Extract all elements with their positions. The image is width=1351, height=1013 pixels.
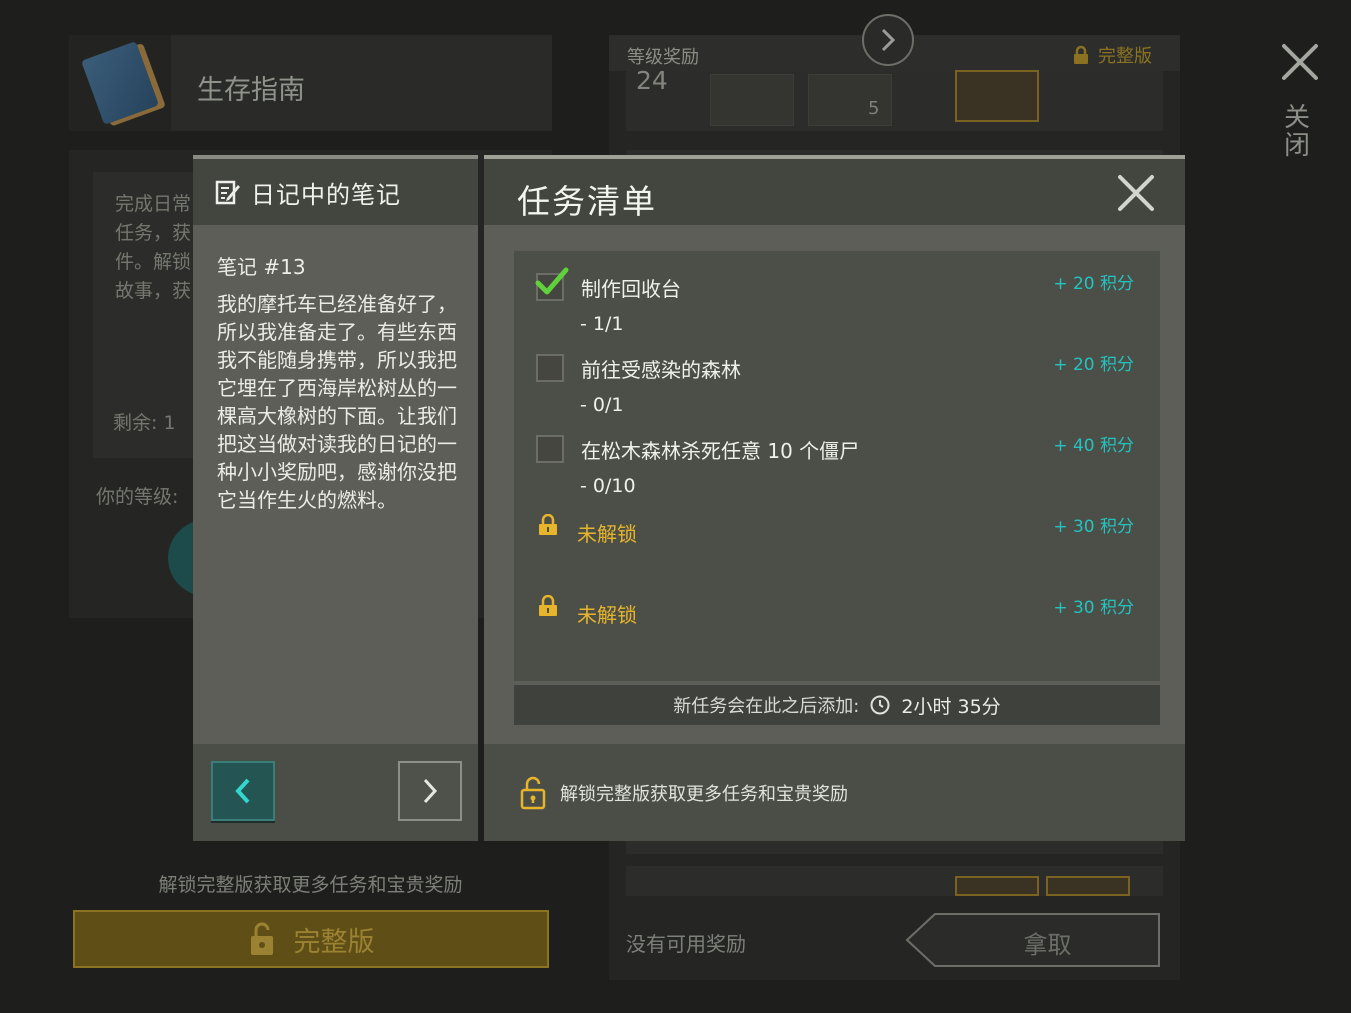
guide-title: 生存指南 [197, 75, 305, 106]
reward-item-count: 5 [868, 98, 880, 119]
task-points: + 30 积分 [1053, 517, 1134, 537]
unlock-full-version-banner[interactable]: 解锁完整版获取更多任务和宝贵奖励 [484, 744, 1185, 841]
task-name: 前往受感染的森林 [581, 358, 741, 382]
next-note-button[interactable] [398, 761, 462, 821]
note-body: 我的摩托车已经准备好了，所以我准备走了。有些东西我不能随身携带，所以我把它埋在了… [217, 292, 457, 512]
unlock-icon [250, 922, 273, 955]
guide-book-icon [69, 35, 171, 131]
locked-task-item: 未解锁 + 30 积分 [514, 494, 1160, 574]
next-page-button[interactable] [862, 14, 914, 66]
notes-nav-bar [193, 744, 478, 841]
reward-slot-premium [1046, 876, 1130, 896]
guide-description-line: 任务，获 [115, 222, 192, 244]
locked-task-name: 未解锁 [577, 603, 637, 627]
full-version-badge: 完整版 [1072, 42, 1152, 68]
unlock-banner-text: 解锁完整版获取更多任务和宝贵奖励 [560, 783, 848, 805]
full-version-button[interactable]: 完整版 [73, 910, 549, 968]
reward-slot-premium [955, 876, 1039, 896]
unlock-icon [520, 776, 546, 809]
locked-task-item: 未解锁 + 30 积分 [514, 575, 1160, 655]
chevron-left-icon [235, 778, 250, 804]
task-list-panel: 任务清单 制作回收台 - 1/1 + 20 积分 前往受感染的森林 - 0/1 … [484, 155, 1185, 841]
guide-description: 完成日常 任务，获 件。解锁 故事，获 [115, 190, 195, 310]
locked-task-name: 未解锁 [577, 522, 637, 546]
task-item[interactable]: 在松木森林杀死任意 10 个僵尸 - 0/10 + 40 积分 [514, 413, 1160, 497]
guide-description-line: 件。解锁 [115, 251, 192, 273]
guide-description-line: 完成日常 [115, 193, 192, 215]
note-number: 笔记 #13 [217, 255, 306, 279]
full-version-label: 完整版 [293, 926, 375, 958]
lock-icon [539, 595, 557, 616]
task-name: 在松木森林杀死任意 10 个僵尸 [581, 439, 860, 463]
task-points: + 20 积分 [1053, 274, 1134, 294]
task-checkbox[interactable] [536, 435, 564, 463]
guide-description-line: 故事，获 [115, 280, 192, 302]
task-name: 制作回收台 [581, 277, 681, 301]
claim-button[interactable]: 拿取 [905, 913, 1160, 967]
new-task-timer: 新任务会在此之后添加: 2小时 35分 [514, 685, 1160, 725]
clock-icon [870, 695, 890, 715]
task-list: 制作回收台 - 1/1 + 20 积分 前往受感染的森林 - 0/1 + 20 … [514, 251, 1160, 681]
full-version-badge-label: 完整版 [1098, 46, 1152, 67]
reward-slot [710, 74, 794, 126]
chevron-right-icon [881, 28, 896, 52]
task-points: + 30 积分 [1053, 598, 1134, 618]
diary-notes-header: 日记中的笔记 [193, 159, 478, 225]
task-item[interactable]: 前往受感染的森林 - 0/1 + 20 积分 [514, 332, 1160, 416]
reward-level: 24 [636, 66, 668, 95]
level-label: 你的等级: [96, 486, 179, 508]
remaining-label: 剩余: 1 [113, 412, 176, 434]
task-list-title: 任务清单 [517, 182, 657, 221]
no-reward-text: 没有可用奖励 [626, 932, 746, 956]
diary-notes-panel: 日记中的笔记 笔记 #13 我的摩托车已经准备好了，所以我准备走了。有些东西我不… [193, 155, 478, 841]
unlock-note: 解锁完整版获取更多任务和宝贵奖励 [158, 874, 463, 896]
timer-label: 新任务会在此之后添加: [673, 696, 860, 717]
timer-value: 2小时 35分 [901, 695, 1001, 718]
previous-note-button[interactable] [211, 761, 275, 821]
diary-notes-title: 日记中的笔记 [251, 180, 401, 209]
claim-label: 拿取 [1023, 931, 1072, 959]
lock-icon [539, 514, 557, 535]
task-checkbox[interactable] [536, 354, 564, 382]
task-points: + 20 积分 [1053, 355, 1134, 375]
task-points: + 40 积分 [1053, 436, 1134, 456]
close-icon[interactable] [1116, 173, 1156, 213]
check-icon [535, 267, 569, 295]
task-item[interactable]: 制作回收台 - 1/1 + 20 积分 [514, 251, 1160, 335]
reward-row [626, 71, 1163, 131]
chevron-right-icon [423, 778, 438, 804]
task-list-header: 任务清单 [484, 159, 1185, 225]
reward-row [626, 840, 1163, 854]
close-label[interactable]: 关闭 [1284, 104, 1314, 160]
lock-icon [1074, 45, 1088, 64]
notes-icon [215, 180, 240, 205]
reward-slot-premium [955, 70, 1039, 122]
close-icon[interactable] [1276, 38, 1324, 86]
